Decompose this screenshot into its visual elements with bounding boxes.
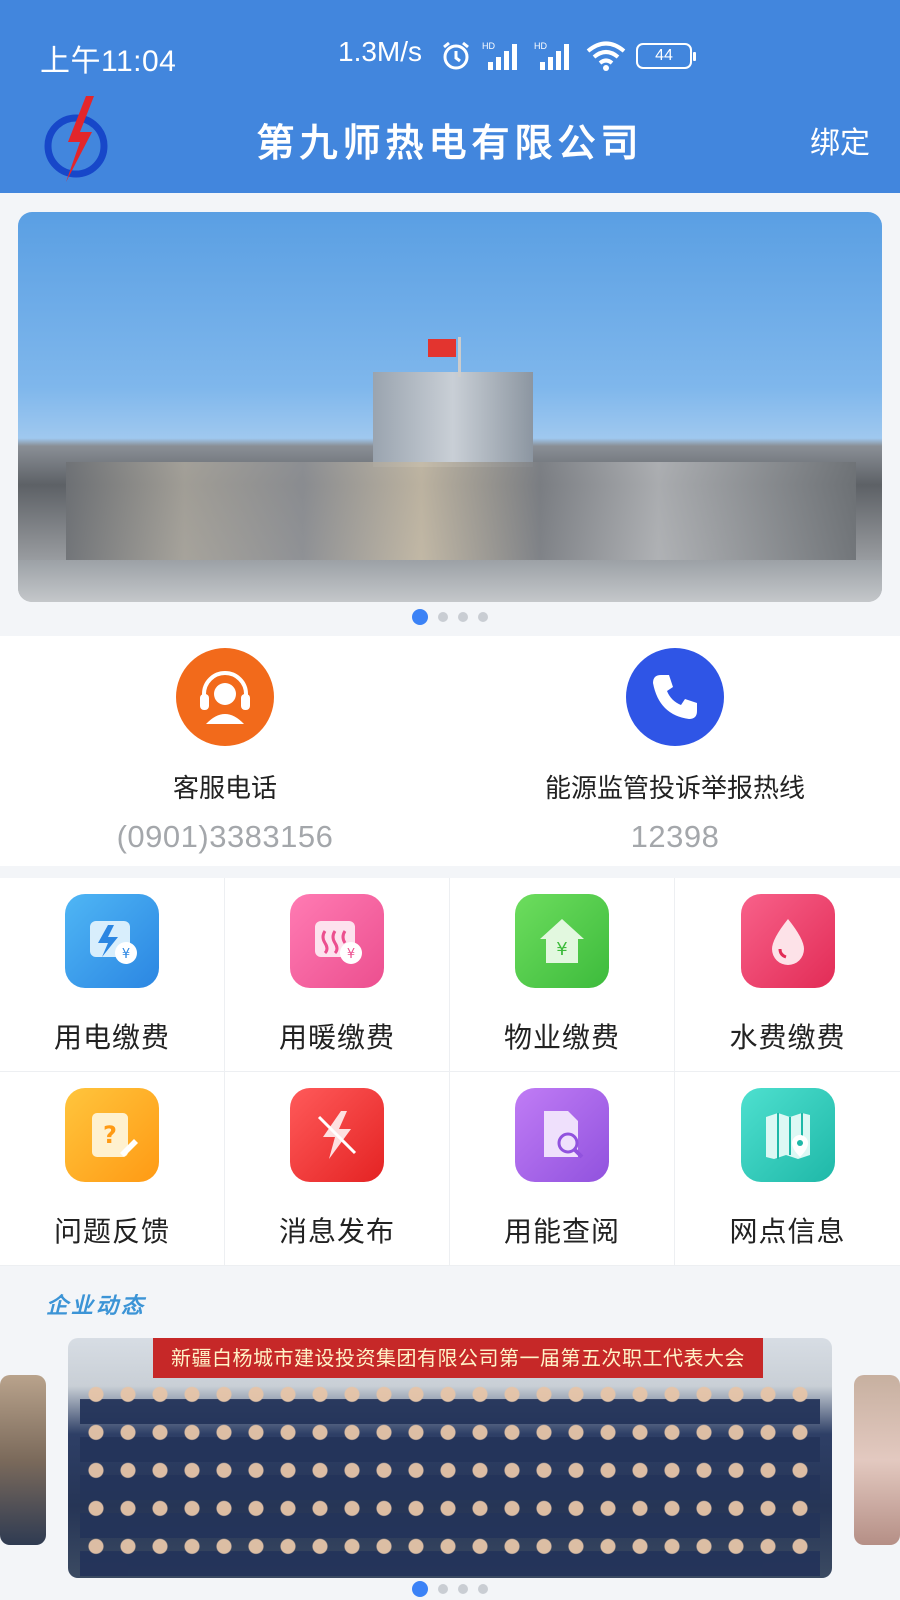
news-dot[interactable] (438, 1584, 448, 1594)
alarm-icon (443, 41, 469, 70)
customer-service-contact[interactable]: 客服电话 (0901)3383156 (0, 648, 450, 855)
network-speed: 1.3M/s (338, 36, 423, 67)
signal-hd-icon-2: HD (534, 41, 569, 70)
status-time: 上午11:04 (40, 45, 177, 78)
news-photo (80, 1386, 820, 1576)
banner-dot[interactable] (438, 612, 448, 622)
service-electricity-payment[interactable]: ¥ 用电缴费 (0, 878, 225, 1072)
svg-text:¥: ¥ (347, 947, 355, 962)
news-section-title: 企业动态 (46, 1293, 147, 1319)
banner-carousel[interactable] (18, 212, 882, 602)
feedback-icon: ? (65, 1088, 159, 1182)
phone-icon (626, 648, 724, 746)
status-bar: 上午11:04 1.3M/s HD HD 44 (0, 28, 900, 80)
message-publish-icon (290, 1088, 384, 1182)
svg-text:¥: ¥ (122, 947, 130, 962)
contact-label: 客服电话 (172, 774, 277, 804)
flag-icon (428, 337, 461, 377)
banner-dot[interactable] (458, 612, 468, 622)
electricity-payment-icon: ¥ (65, 894, 159, 988)
news-pagination (0, 1581, 900, 1597)
headset-icon (176, 648, 274, 746)
signal-hd-icon: HD (482, 41, 517, 70)
service-label: 消息发布 (278, 1215, 395, 1248)
svg-text:¥: ¥ (556, 939, 567, 960)
battery-icon: 44 (636, 43, 696, 69)
app-header: 上午11:04 1.3M/s HD HD 44 第九师热电有限公司 绑定 (0, 0, 900, 193)
banner-dot-active[interactable] (412, 609, 428, 625)
service-message-publish[interactable]: 消息发布 (225, 1072, 450, 1266)
services-grid: ¥ 用电缴费 ¥ 用暖缴费 ¥ 物业缴费 水费缴费 ? 问题反馈 消息发布 用能… (0, 878, 900, 1266)
news-dot[interactable] (478, 1584, 488, 1594)
service-energy-query[interactable]: 用能查阅 (450, 1072, 675, 1266)
wifi-icon (586, 41, 626, 71)
service-label: 水费缴费 (729, 1021, 846, 1054)
service-label: 用电缴费 (53, 1021, 170, 1054)
service-label: 问题反馈 (53, 1215, 170, 1248)
service-property-payment[interactable]: ¥ 物业缴费 (450, 878, 675, 1072)
service-feedback[interactable]: ? 问题反馈 (0, 1072, 225, 1266)
property-payment-icon: ¥ (515, 894, 609, 988)
service-label: 物业缴费 (503, 1021, 620, 1054)
banner-building-tower (373, 372, 533, 467)
banner-pagination (0, 609, 900, 625)
service-water-payment[interactable]: 水费缴费 (675, 878, 900, 1072)
status-icons: HD HD 44 (440, 36, 696, 76)
bind-button[interactable]: 绑定 (810, 118, 870, 162)
contact-phone[interactable]: 12398 (450, 819, 900, 855)
news-card-previous[interactable] (0, 1375, 46, 1545)
water-payment-icon (740, 894, 835, 988)
contact-section: 客服电话 (0901)3383156 能源监管投诉举报热线 12398 (0, 636, 900, 866)
news-dot[interactable] (458, 1584, 468, 1594)
svg-text:?: ? (103, 1121, 117, 1149)
heating-payment-icon: ¥ (290, 894, 384, 988)
banner-building (66, 462, 856, 562)
svg-text:HD: HD (534, 41, 547, 51)
contact-phone[interactable]: (0901)3383156 (0, 819, 450, 855)
complaint-hotline-contact[interactable]: 能源监管投诉举报热线 12398 (450, 648, 900, 855)
service-outlet-info[interactable]: 网点信息 (675, 1072, 900, 1266)
service-label: 网点信息 (729, 1215, 846, 1248)
energy-query-icon (515, 1088, 609, 1182)
outlet-map-icon (740, 1088, 835, 1182)
service-label: 用暖缴费 (278, 1021, 395, 1054)
svg-text:HD: HD (482, 41, 495, 51)
news-carousel[interactable]: 新疆白杨城市建设投资集团有限公司第一届第五次职工代表大会 (0, 1330, 900, 1580)
contact-label: 能源监管投诉举报热线 (544, 774, 805, 804)
service-heating-payment[interactable]: ¥ 用暖缴费 (225, 878, 450, 1072)
news-card-caption: 新疆白杨城市建设投资集团有限公司第一届第五次职工代表大会 (153, 1338, 763, 1378)
news-dot-active[interactable] (412, 1581, 428, 1597)
banner-ground (18, 560, 882, 602)
nav-bar: 第九师热电有限公司 绑定 (0, 82, 900, 192)
news-card[interactable]: 新疆白杨城市建设投资集团有限公司第一届第五次职工代表大会 (68, 1338, 832, 1578)
news-card-next[interactable] (854, 1375, 900, 1545)
service-label: 用能查阅 (503, 1215, 620, 1248)
banner-dot[interactable] (478, 612, 488, 622)
page-title: 第九师热电有限公司 (256, 120, 644, 165)
